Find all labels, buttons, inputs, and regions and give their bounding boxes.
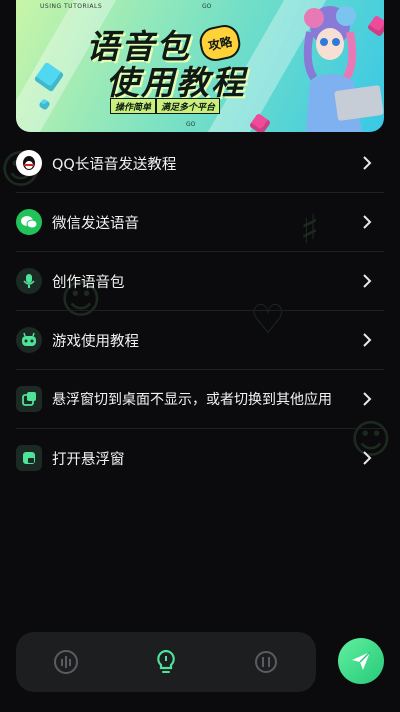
menu-item-open-floating-window[interactable]: 打开悬浮窗 xyxy=(16,429,384,487)
waveform-icon xyxy=(54,650,78,674)
banner-subtitle-right: 满足多个平台 xyxy=(156,98,221,114)
character-illustration xyxy=(303,6,384,132)
open-window-icon xyxy=(16,445,42,471)
tutorial-menu: QQ长语音发送教程 微信发送语音 创作语音包 游戏使用教程 悬浮窗切到桌面不显示… xyxy=(16,134,384,487)
menu-item-label: 创作语音包 xyxy=(52,274,125,291)
chevron-right-icon xyxy=(363,274,372,288)
banner-subtitle-left: 操作简单 xyxy=(110,98,157,114)
tab-profile[interactable] xyxy=(246,642,286,682)
send-icon xyxy=(352,651,371,670)
chevron-right-icon xyxy=(363,156,372,170)
tutorial-banner[interactable]: USING TUTORIALS GO 语音包 使用教程 攻略 操作简单 满足多个… xyxy=(16,0,384,132)
menu-item-label: 打开悬浮窗 xyxy=(52,451,125,468)
menu-item-game-tutorial[interactable]: 游戏使用教程 xyxy=(16,311,384,370)
chevron-right-icon xyxy=(363,392,372,406)
banner-title-line2: 使用教程 xyxy=(106,63,246,102)
menu-item-label: 微信发送语音 xyxy=(52,215,139,232)
tab-voice[interactable] xyxy=(46,642,86,682)
banner-top-caption: USING TUTORIALS xyxy=(40,3,103,10)
bottom-navigation xyxy=(16,632,316,692)
mascot-icon xyxy=(255,651,277,673)
menu-item-qq-long-voice[interactable]: QQ长语音发送教程 xyxy=(16,134,384,193)
menu-item-wechat-voice[interactable]: 微信发送语音 xyxy=(16,193,384,252)
menu-item-floating-window-issue[interactable]: 悬浮窗切到桌面不显示，或者切换到其他应用 xyxy=(16,370,384,429)
gamepad-icon xyxy=(16,327,42,353)
menu-item-create-voice-pack[interactable]: 创作语音包 xyxy=(16,252,384,311)
send-button[interactable] xyxy=(338,638,384,684)
microphone-icon xyxy=(16,268,42,294)
qq-icon xyxy=(16,150,42,176)
banner-top-caption-right: GO xyxy=(202,3,212,10)
tab-tutorial[interactable] xyxy=(146,642,186,682)
chevron-right-icon xyxy=(363,215,372,229)
menu-item-label: 游戏使用教程 xyxy=(52,333,139,350)
chevron-right-icon xyxy=(363,333,372,347)
floating-window-icon xyxy=(16,386,42,412)
lightbulb-icon xyxy=(157,649,175,673)
banner-bottom-caption: GO xyxy=(186,121,196,128)
wechat-icon xyxy=(16,209,42,235)
menu-item-label: QQ长语音发送教程 xyxy=(52,156,177,173)
chevron-right-icon xyxy=(363,451,372,465)
menu-item-label: 悬浮窗切到桌面不显示，或者切换到其他应用 xyxy=(52,392,332,408)
